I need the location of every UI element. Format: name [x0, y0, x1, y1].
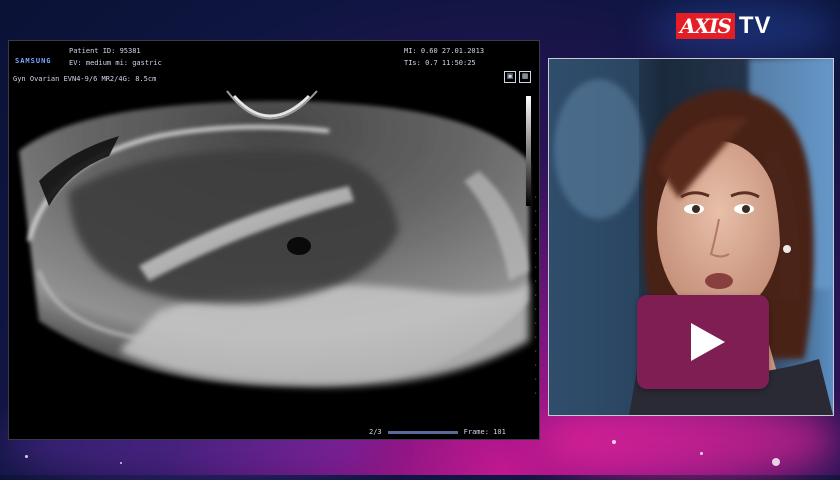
ultrasound-header: SAMSUNG Patient ID: 95381 EV: medium mi:…: [9, 45, 539, 85]
bokeh-light: [25, 455, 28, 458]
ultrasound-brand: SAMSUNG: [15, 57, 52, 65]
ultrasound-control-icons: ▣ ▦: [504, 71, 531, 83]
ultrasound-scan-image: [19, 90, 529, 387]
logo-tv-text: TV: [738, 12, 772, 39]
ultrasound-footer: 2/3 Frame: 101: [369, 428, 506, 436]
footer-right-text: Frame: 101: [463, 428, 506, 436]
play-icon: [691, 323, 725, 361]
footer-left-text: 2/3: [369, 428, 382, 436]
grayscale-bar: [526, 96, 531, 206]
logo-axis-text: AXIS: [676, 13, 735, 39]
ultrasound-grid-icon: ▦: [519, 71, 531, 83]
ultrasound-time: TIs: 0.7 11:50:25: [404, 59, 476, 67]
ultrasound-datetime: MI: 0.60 27.01.2013: [404, 47, 485, 55]
axis-tv-logo: AXIS TV: [676, 12, 772, 40]
play-button[interactable]: [637, 295, 769, 389]
bokeh-light: [120, 462, 122, 464]
ultrasound-preset: Gyn Ovarian EVN4-9/6 MR2/4G: 8.5cm: [13, 75, 157, 83]
ultrasound-probe-info: EV: medium mi: gastric: [69, 59, 162, 67]
depth-scale: · · · · · · · · · · · · · · ·: [534, 194, 537, 397]
bokeh-light: [700, 452, 703, 455]
ultrasound-image-panel: SAMSUNG Patient ID: 95381 EV: medium mi:…: [8, 40, 540, 440]
ultrasound-patient-id: Patient ID: 95381: [69, 47, 141, 55]
bokeh-light: [772, 458, 780, 466]
ultrasound-mode-icon: ▣: [504, 71, 516, 83]
bokeh-light: [612, 440, 616, 444]
cine-bar: [387, 430, 458, 434]
